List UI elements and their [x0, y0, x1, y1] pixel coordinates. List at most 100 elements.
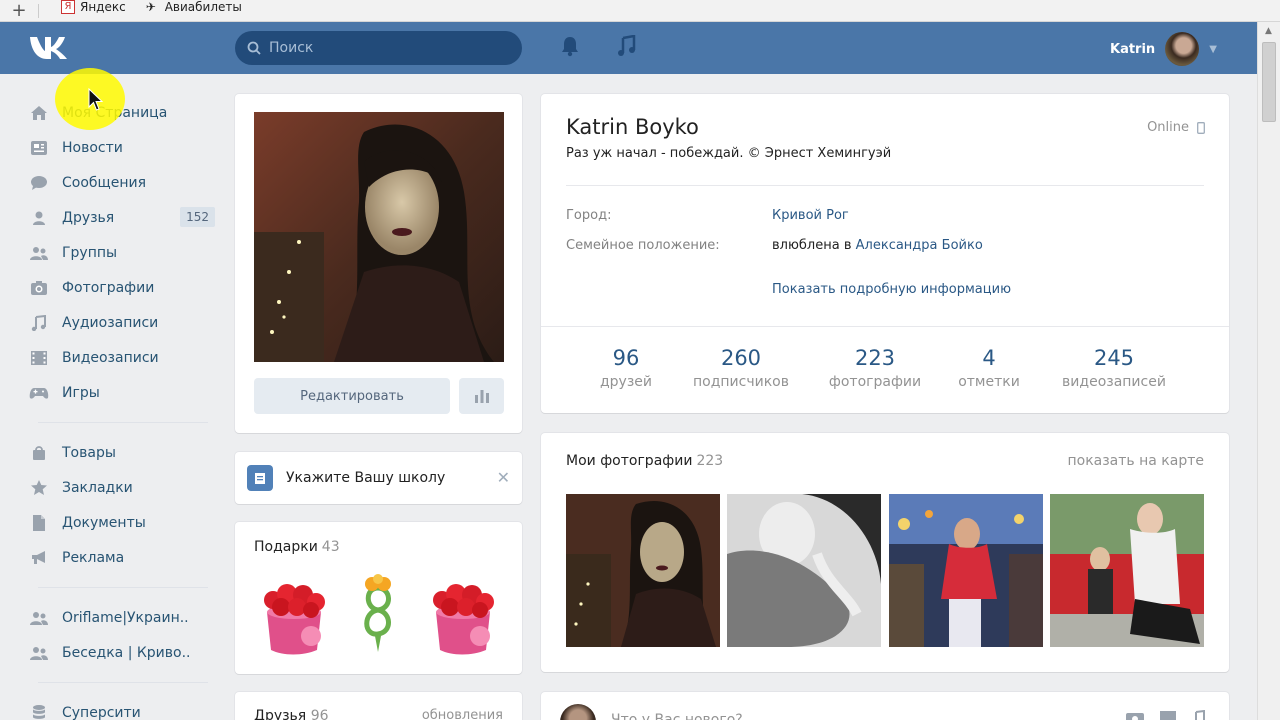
friends-updates-link[interactable]: обновления	[422, 708, 503, 720]
menu-item-audio[interactable]: Аудиозаписи	[28, 305, 218, 340]
chevron-down-icon: ▼	[1209, 43, 1217, 55]
left-menu: Моя Страница Новости Сообщения Друзья 15…	[28, 95, 218, 720]
stats-button[interactable]	[459, 378, 504, 414]
menu-item-goods[interactable]: Товары	[28, 435, 218, 470]
school-icon	[247, 465, 273, 491]
bookmark-label: Авиабилеты	[164, 0, 242, 14]
photo-thumbnail[interactable]	[1050, 494, 1204, 647]
group-icon	[28, 644, 50, 662]
messages-icon	[28, 174, 50, 192]
counter-value: 4	[982, 346, 996, 370]
user-menu[interactable]: Katrin ▼	[1110, 32, 1217, 66]
show-more-info-link[interactable]: Показать подробную информацию	[772, 282, 1011, 297]
vk-logo[interactable]	[28, 34, 70, 64]
music-icon	[28, 314, 50, 332]
plane-icon: ✈	[145, 0, 156, 14]
close-icon[interactable]: ✕	[497, 468, 510, 487]
divider	[38, 587, 208, 588]
gift-eight-flower-image[interactable]	[355, 574, 401, 656]
search-input[interactable]: Поиск	[235, 31, 522, 65]
photo-thumbnail[interactable]	[727, 494, 881, 647]
counter-value: 260	[720, 346, 762, 370]
menu-item-groups[interactable]: Группы	[28, 235, 218, 270]
menu-label: Закладки	[62, 479, 133, 496]
gifts-header[interactable]: Подарки 43	[254, 539, 340, 555]
friends-icon	[28, 209, 50, 227]
menu-label: Новости	[62, 139, 123, 156]
school-prompt-card[interactable]: Укажите Вашу школу ✕	[235, 452, 522, 504]
menu-item-photos[interactable]: Фотографии	[28, 270, 218, 305]
menu-item-supercity[interactable]: Суперсити	[28, 695, 218, 720]
gift-roses-box-image[interactable]	[422, 574, 504, 656]
menu-label: Аудиозаписи	[62, 314, 159, 331]
menu-item-group-besedka[interactable]: Беседка | Криво..	[28, 635, 218, 670]
counter-label: отметки	[958, 374, 1020, 390]
bag-icon	[28, 444, 50, 462]
profile-name: Katrin Boyko	[566, 115, 699, 139]
camera-icon[interactable]	[1125, 710, 1145, 720]
menu-item-ads[interactable]: Реклама	[28, 540, 218, 575]
menu-item-group-oriflame[interactable]: Oriflame|Украин..	[28, 600, 218, 635]
bookmark-aviabilety[interactable]: ✈ Авиабилеты	[146, 0, 242, 14]
menu-item-bookmarks[interactable]: Закладки	[28, 470, 218, 505]
avatar	[1165, 32, 1200, 66]
bookmark-label: Яндекс	[80, 0, 126, 14]
music-icon[interactable]	[1191, 709, 1205, 720]
scroll-thumb[interactable]	[1262, 42, 1276, 122]
counter-label: фотографии	[828, 374, 922, 390]
bookmark-yandex[interactable]: Я Яндекс	[61, 0, 126, 14]
profile-status[interactable]: Раз уж начал - побеждай. © Эрнест Хеминг…	[566, 146, 891, 161]
counter-videos[interactable]: 245 видеозаписей	[1049, 346, 1179, 390]
menu-label: Фотографии	[62, 279, 155, 296]
friends-header[interactable]: Друзья 96	[254, 708, 329, 720]
gifts-card: Подарки 43	[235, 522, 522, 674]
header-user-name: Katrin	[1110, 41, 1156, 57]
relation-value: влюблена в Александра Бойко	[772, 238, 983, 253]
photos-title: Мои фотографии	[566, 453, 693, 469]
menu-item-friends[interactable]: Друзья 152	[28, 200, 218, 235]
edit-profile-button[interactable]: Редактировать	[254, 378, 450, 414]
counter-label: подписчиков	[693, 374, 789, 390]
relation-partner-link[interactable]: Александра Бойко	[856, 238, 983, 253]
gifts-count: 43	[321, 539, 340, 555]
bar-chart-icon	[474, 390, 489, 403]
photo-thumbnail[interactable]	[889, 494, 1043, 647]
divider	[566, 185, 1204, 186]
divider	[541, 326, 1229, 327]
menu-item-games[interactable]: Игры	[28, 375, 218, 410]
gift-roses-box-image[interactable]	[253, 574, 335, 656]
star-icon	[28, 479, 50, 497]
music-icon[interactable]	[617, 34, 637, 61]
page-scrollbar[interactable]: ▲	[1257, 22, 1280, 720]
counter-friends[interactable]: 96 друзей	[586, 346, 666, 390]
school-prompt-text: Укажите Вашу школу	[286, 470, 446, 486]
city-link[interactable]: Кривой Рог	[772, 208, 849, 223]
menu-label: Реклама	[62, 549, 125, 566]
counter-tags[interactable]: 4 отметки	[948, 346, 1030, 390]
scroll-up-icon[interactable]: ▲	[1265, 26, 1272, 36]
stack-icon	[28, 704, 50, 720]
menu-item-messages[interactable]: Сообщения	[28, 165, 218, 200]
relation-prefix: влюблена в	[772, 238, 852, 253]
show-on-map-link[interactable]: показать на карте	[1067, 453, 1204, 469]
post-input[interactable]: Что у Вас нового?	[611, 712, 743, 720]
photo-thumbnail[interactable]	[566, 494, 720, 647]
new-tab-icon[interactable]: +	[0, 1, 38, 19]
menu-item-news[interactable]: Новости	[28, 130, 218, 165]
mobile-icon	[1197, 121, 1205, 134]
menu-item-video[interactable]: Видеозаписи	[28, 340, 218, 375]
video-icon	[28, 349, 50, 367]
profile-photo[interactable]	[254, 112, 504, 362]
counter-followers[interactable]: 260 подписчиков	[681, 346, 801, 390]
video-icon[interactable]	[1159, 710, 1177, 720]
camera-icon	[28, 279, 50, 297]
photos-header[interactable]: Мои фотографии 223	[566, 453, 723, 469]
menu-item-documents[interactable]: Документы	[28, 505, 218, 540]
bell-icon[interactable]	[560, 35, 580, 61]
menu-label: Игры	[62, 384, 100, 401]
menu-label: Друзья	[62, 209, 115, 226]
counter-value: 223	[854, 346, 896, 370]
gamepad-icon	[28, 384, 50, 402]
counter-photos[interactable]: 223 фотографии	[820, 346, 930, 390]
menu-label: Товары	[62, 444, 116, 461]
